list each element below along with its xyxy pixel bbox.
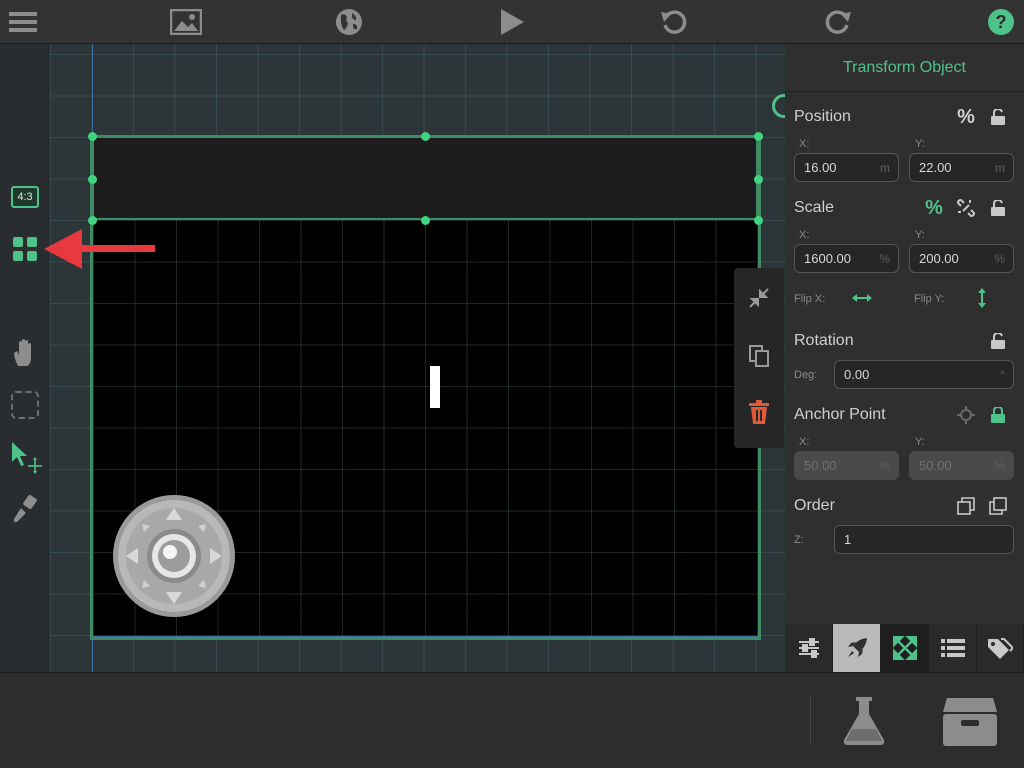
anchor-y-field: 50.00 % [909,451,1014,480]
flip-x-label: Flip X: [794,293,826,305]
editor-canvas[interactable] [50,44,785,672]
play-icon[interactable] [496,6,528,38]
resize-handle[interactable] [754,132,763,141]
scale-y-value: 200.00 [919,251,959,266]
scale-y-unit: % [994,252,1005,266]
scale-x-unit: % [879,252,890,266]
order-z-field[interactable]: 1 [834,525,1014,554]
resize-handle[interactable] [88,132,97,141]
properties-panel: Transform Object Position % X: Y: 16.00 … [785,44,1024,672]
lock-icon[interactable] [987,404,1009,426]
send-backward-icon[interactable] [955,495,977,517]
cursor-move-icon[interactable] [8,440,42,474]
anchor-y-label: Y: [915,436,925,448]
globe-icon[interactable] [333,6,365,38]
panel-title: Transform Object [785,44,1024,92]
anchor-x-value: 50.00 [804,458,837,473]
redo-icon[interactable] [822,6,854,38]
unlock-icon[interactable] [987,106,1009,128]
grid-icon[interactable] [8,232,42,266]
anchor-y-value: 50.00 [919,458,952,473]
tags-icon[interactable] [977,624,1024,672]
resize-handle[interactable] [754,175,763,184]
annotation-arrow [44,229,155,269]
selected-object[interactable] [92,136,758,220]
trash-icon[interactable] [743,396,775,428]
resize-handle[interactable] [421,132,430,141]
divider [810,695,811,745]
position-label: Position [794,108,851,125]
position-y-label: Y: [915,138,925,150]
resize-handle[interactable] [754,216,763,225]
aspect-ratio-button[interactable]: 4:3 [8,180,42,214]
hand-icon[interactable] [8,336,42,370]
scale-x-label: X: [799,229,810,241]
bring-forward-icon[interactable] [987,495,1009,517]
object-context-menu [734,268,784,448]
drawer-icon[interactable] [940,695,1000,749]
rocket-icon[interactable] [833,624,881,672]
scale-label: Scale [794,199,835,216]
percent-icon[interactable]: % [955,106,977,128]
rotation-label: Rotation [794,332,854,349]
rotation-field[interactable]: 0.00 ° [834,360,1014,389]
anchor-label: Anchor Point [794,406,886,423]
scale-y-label: Y: [915,229,925,241]
position-y-field[interactable]: 22.00 m [909,153,1014,182]
paddle-object[interactable] [430,366,440,408]
aspect-ratio-label: 4:3 [11,186,39,208]
rotation-unit: ° [1000,368,1005,382]
resize-handle[interactable] [88,175,97,184]
sliders-icon[interactable] [785,624,833,672]
position-x-unit: m [880,161,890,175]
help-icon[interactable]: ? [985,6,1017,38]
joystick-control[interactable] [112,494,236,618]
resize-handle[interactable] [88,216,97,225]
position-y-unit: m [995,161,1005,175]
list-icon[interactable] [929,624,977,672]
flip-y-label: Flip Y: [914,293,945,305]
scale-x-value: 1600.00 [804,251,851,266]
duplicate-icon[interactable] [743,340,775,372]
scale-x-field[interactable]: 1600.00 % [794,244,899,273]
anchor-x-field: 50.00 % [794,451,899,480]
anchor-x-unit: % [879,459,890,473]
rotation-deg-label: Deg: [794,369,818,381]
anchor-x-label: X: [799,436,810,448]
crosshair-icon[interactable] [955,404,977,426]
image-icon[interactable] [170,6,202,38]
position-x-value: 16.00 [804,160,837,175]
order-z-label: Z: [794,534,804,546]
left-toolbar: 4:3 [0,44,50,672]
scale-y-field[interactable]: 200.00 % [909,244,1014,273]
rotation-value: 0.00 [844,367,870,382]
flask-icon[interactable] [840,693,888,749]
shrink-icon[interactable] [743,282,775,314]
flip-horizontal-icon[interactable] [851,287,873,309]
position-x-field[interactable]: 16.00 m [794,153,899,182]
rotate-handle-icon[interactable] [772,94,785,118]
top-toolbar: ? [0,0,1024,44]
bottom-bar [0,672,1024,768]
undo-icon[interactable] [658,6,690,38]
percent-active-icon[interactable]: % [923,197,945,219]
panel-tabs [785,624,1024,672]
anchor-y-unit: % [994,459,1005,473]
order-label: Order [794,497,835,514]
position-y-value: 22.00 [919,160,952,175]
flip-vertical-icon[interactable] [971,287,993,309]
hamburger-icon[interactable] [7,6,39,38]
resize-handle[interactable] [421,216,430,225]
marquee-icon[interactable] [8,388,42,422]
unlink-icon[interactable] [955,197,977,219]
brush-icon[interactable] [8,492,42,526]
svg-text:?: ? [996,12,1007,32]
order-z-value: 1 [844,532,852,547]
unlock-icon[interactable] [987,197,1009,219]
transform-icon[interactable] [881,624,929,672]
unlock-icon[interactable] [987,330,1009,352]
position-x-label: X: [799,138,810,150]
